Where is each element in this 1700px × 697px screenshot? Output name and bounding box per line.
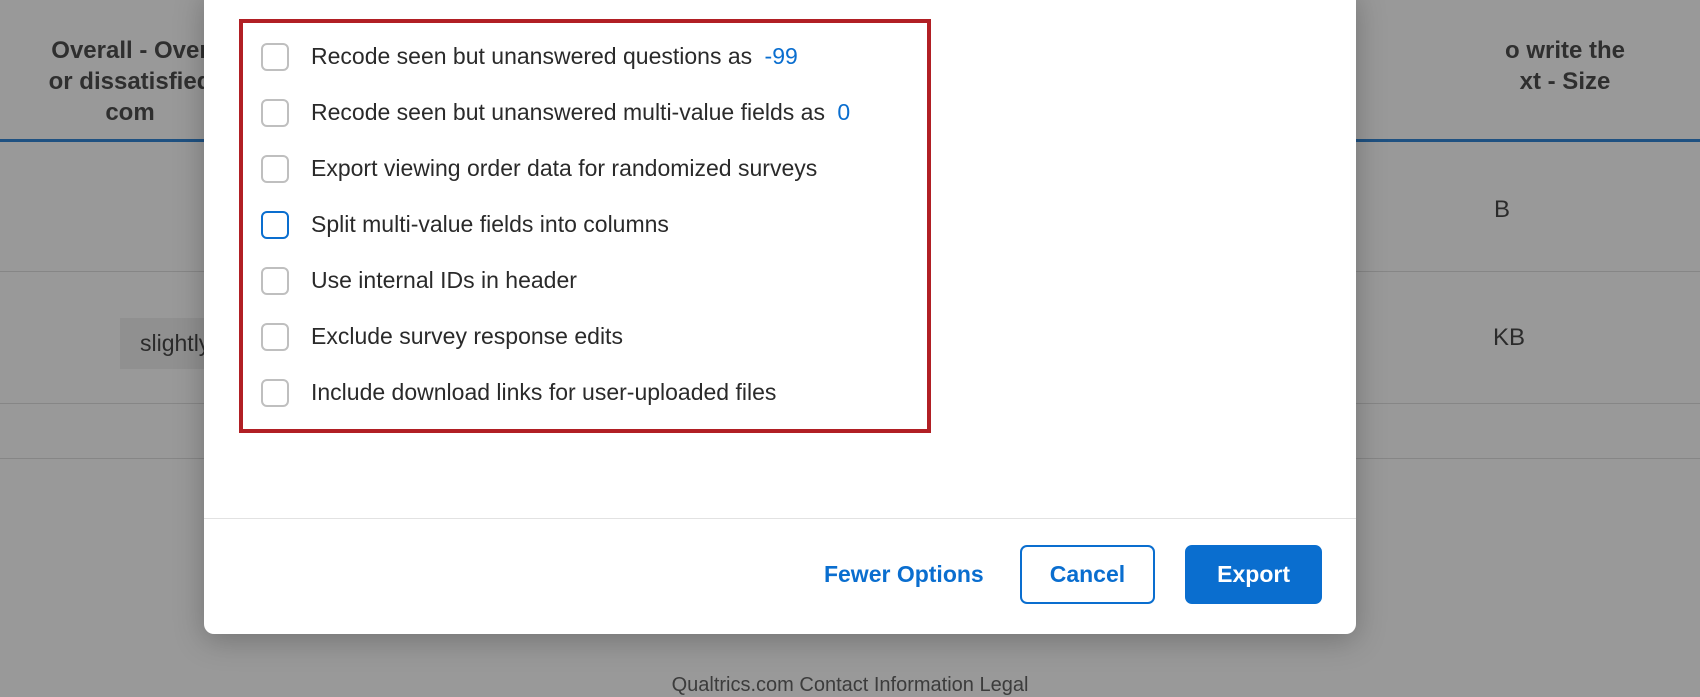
option-label: Split multi-value fields into columns xyxy=(311,211,669,239)
option-text: Recode seen but unanswered questions as xyxy=(311,43,752,69)
option-value[interactable]: -99 xyxy=(765,43,798,69)
checkbox-split-multivalue[interactable] xyxy=(261,211,289,239)
checkbox-export-viewing-order[interactable] xyxy=(261,155,289,183)
option-label: Include download links for user-uploaded… xyxy=(311,379,776,407)
cancel-button[interactable]: Cancel xyxy=(1020,545,1155,604)
option-split-multivalue: Split multi-value fields into columns xyxy=(261,211,909,239)
export-options-modal: Recode seen but unanswered questions as … xyxy=(204,0,1356,634)
checkbox-recode-multivalue[interactable] xyxy=(261,99,289,127)
highlighted-options-box: Recode seen but unanswered questions as … xyxy=(239,19,931,433)
option-label: Recode seen but unanswered questions as … xyxy=(311,43,798,71)
checkbox-internal-ids[interactable] xyxy=(261,267,289,295)
option-exclude-edits: Exclude survey response edits xyxy=(261,323,909,351)
option-recode-unanswered: Recode seen but unanswered questions as … xyxy=(261,43,909,71)
checkbox-recode-unanswered[interactable] xyxy=(261,43,289,71)
fewer-options-button[interactable]: Fewer Options xyxy=(818,553,990,596)
option-label: Recode seen but unanswered multi-value f… xyxy=(311,99,850,127)
modal-footer: Fewer Options Cancel Export xyxy=(204,518,1356,634)
option-export-viewing-order: Export viewing order data for randomized… xyxy=(261,155,909,183)
option-recode-multivalue: Recode seen but unanswered multi-value f… xyxy=(261,99,909,127)
option-label: Exclude survey response edits xyxy=(311,323,623,351)
option-text: Recode seen but unanswered multi-value f… xyxy=(311,99,825,125)
option-internal-ids: Use internal IDs in header xyxy=(261,267,909,295)
export-button[interactable]: Export xyxy=(1185,545,1322,604)
option-label: Use internal IDs in header xyxy=(311,267,577,295)
checkbox-download-links[interactable] xyxy=(261,379,289,407)
option-download-links: Include download links for user-uploaded… xyxy=(261,379,909,407)
option-value[interactable]: 0 xyxy=(837,99,850,125)
checkbox-exclude-edits[interactable] xyxy=(261,323,289,351)
option-label: Export viewing order data for randomized… xyxy=(311,155,817,183)
modal-body: Recode seen but unanswered questions as … xyxy=(204,0,1356,518)
